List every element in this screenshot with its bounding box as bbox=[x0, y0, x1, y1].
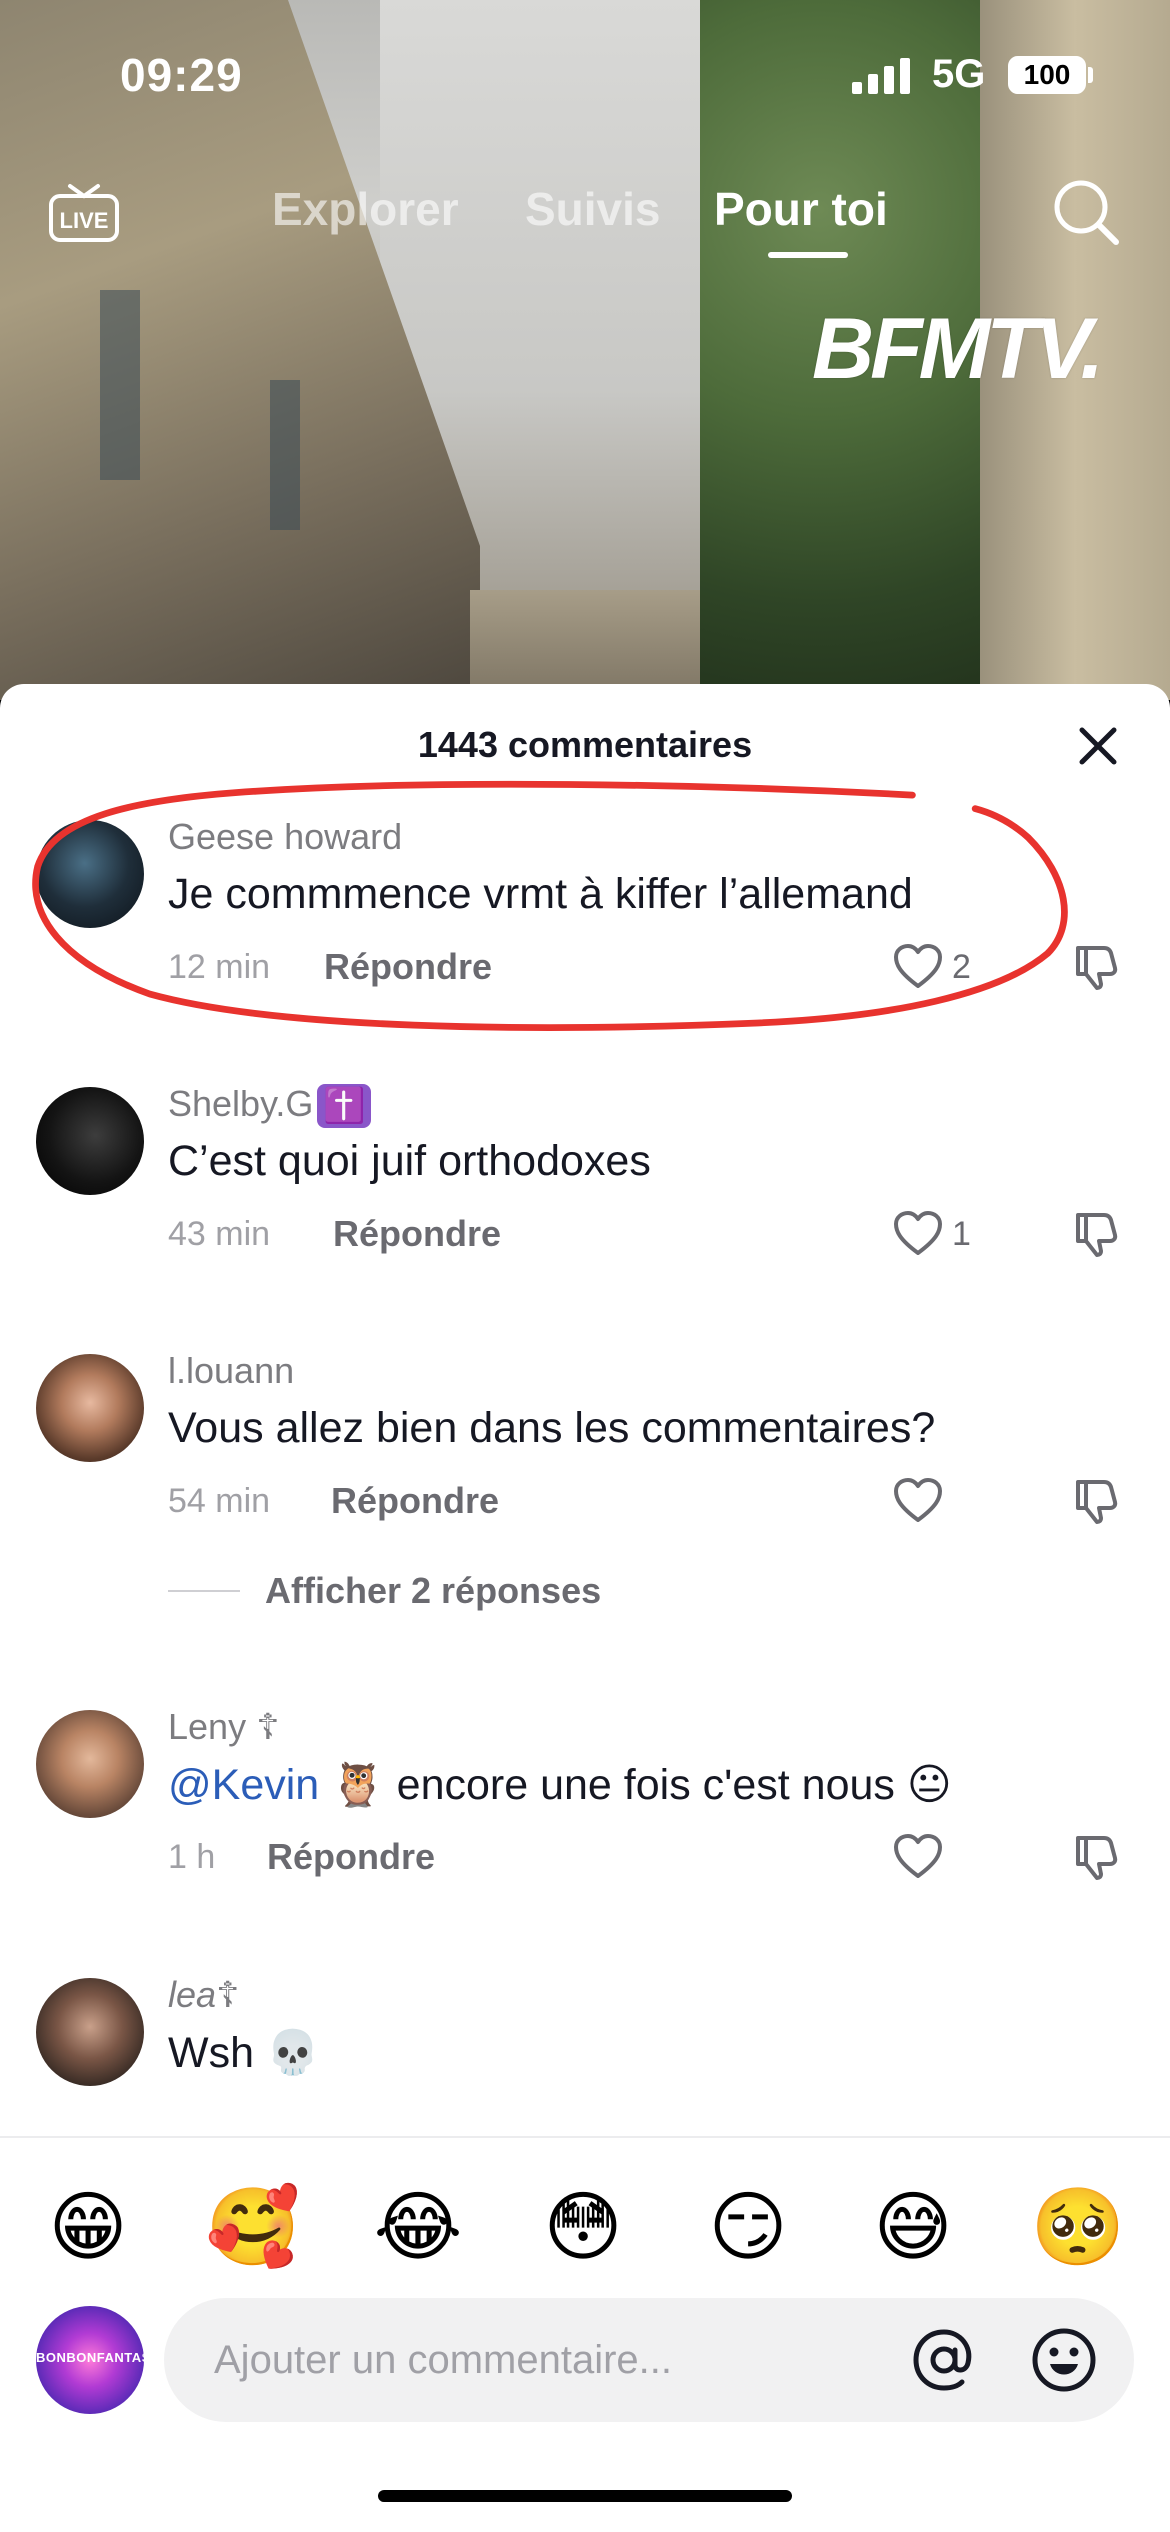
dislike-icon[interactable] bbox=[1072, 944, 1118, 990]
dislike-icon[interactable] bbox=[1072, 1834, 1118, 1880]
comment-text: Wsh 💀 bbox=[168, 2029, 320, 2077]
signal-icon bbox=[852, 58, 912, 94]
comment-composer-area: 😁 🥰 😂 😳 😏 😅 🥺 BONBONFANTASY bbox=[0, 2136, 1170, 2532]
reply-button[interactable]: Répondre bbox=[267, 1836, 435, 1878]
neutral-face-emoji: 😐 bbox=[906, 1761, 952, 1809]
comment-count: 1443 commentaires bbox=[417, 724, 753, 765]
live-icon[interactable]: LIVE bbox=[48, 182, 120, 244]
comment-text: C’est quoi juif orthodoxes bbox=[168, 1137, 651, 1185]
comment-text: @Kevin 🦉 encore une fois c'est nous 😐 bbox=[168, 1760, 952, 1810]
my-avatar[interactable]: BONBONFANTASY bbox=[36, 2306, 144, 2414]
dislike-icon[interactable] bbox=[1072, 1478, 1118, 1524]
comment-item: l.louann Vous allez bien dans les commen… bbox=[0, 1350, 1170, 1694]
like-count: 2 bbox=[952, 948, 971, 986]
tab-pour-toi[interactable]: Pour toi bbox=[714, 182, 888, 236]
mention-link[interactable]: @Kevin bbox=[168, 1761, 319, 1809]
emoji-picker-icon[interactable] bbox=[1030, 2326, 1098, 2394]
svg-text:LIVE: LIVE bbox=[60, 208, 109, 233]
tears-of-joy-emoji-button[interactable]: 😂 bbox=[368, 2178, 468, 2278]
replies-divider bbox=[168, 1590, 240, 1592]
comment-time: 54 min bbox=[168, 1482, 271, 1520]
avatar[interactable] bbox=[36, 1087, 144, 1195]
avatar[interactable] bbox=[36, 1978, 144, 2086]
flushed-emoji-button[interactable]: 😳 bbox=[533, 2178, 633, 2278]
show-replies-link[interactable]: Afficher 2 réponses bbox=[265, 1570, 601, 1612]
status-bar: 09:29 5G 100 bbox=[0, 0, 1170, 150]
home-indicator[interactable] bbox=[378, 2490, 792, 2502]
at-mention-icon[interactable] bbox=[910, 2326, 978, 2394]
pleading-emoji-button[interactable]: 🥺 bbox=[1028, 2178, 1128, 2278]
smiling-hearts-emoji-button[interactable]: 🥰 bbox=[203, 2178, 303, 2278]
like-count: 1 bbox=[952, 1215, 971, 1253]
username-label: Shelby.G bbox=[168, 1083, 314, 1124]
comment-text: Vous allez bien dans les commentaires? bbox=[168, 1404, 936, 1452]
channel-logo: BFMTV. bbox=[812, 301, 1104, 397]
smirk-emoji-button[interactable]: 😏 bbox=[698, 2178, 798, 2278]
comment-time: 1 h bbox=[168, 1838, 216, 1876]
heart-icon[interactable] bbox=[893, 1211, 943, 1257]
comment-text: Je commmence vrmt à kiffer l’allemand bbox=[168, 870, 913, 918]
comment-username[interactable]: Geese howard bbox=[168, 816, 402, 858]
avatar-text: BONBONFANTASY bbox=[36, 2350, 144, 2365]
dislike-icon[interactable] bbox=[1072, 1211, 1118, 1257]
comment-item: Leny ☦ @Kevin 🦉 encore une fois c'est no… bbox=[0, 1706, 1170, 1970]
reply-button[interactable]: Répondre bbox=[331, 1480, 499, 1522]
comment-body: encore une fois c'est nous bbox=[396, 1761, 895, 1809]
comments-header: 1443 commentaires bbox=[0, 684, 1170, 804]
comment-username[interactable]: Shelby.G ✝️ bbox=[168, 1083, 372, 1129]
comment-username[interactable]: Leny ☦ bbox=[168, 1706, 279, 1748]
comment-input-box[interactable] bbox=[164, 2298, 1134, 2422]
tab-suivis[interactable]: Suivis bbox=[525, 182, 661, 236]
grinning-emoji-button[interactable]: 😁 bbox=[38, 2178, 138, 2278]
tab-explorer[interactable]: Explorer bbox=[272, 182, 459, 236]
sweat-smile-emoji-button[interactable]: 😅 bbox=[863, 2178, 963, 2278]
comment-time: 12 min bbox=[168, 948, 271, 986]
comment-item: Geese howard Je commmence vrmt à kiffer … bbox=[0, 816, 1170, 1070]
network-type: 5G bbox=[932, 52, 986, 96]
quick-emoji-bar: 😁 🥰 😂 😳 😏 😅 🥺 bbox=[0, 2178, 1170, 2278]
comment-time: 43 min bbox=[168, 1215, 271, 1253]
comment-item: Shelby.G ✝️ C’est quoi juif orthodoxes 43… bbox=[0, 1083, 1170, 1337]
heart-icon[interactable] bbox=[893, 1834, 943, 1880]
comment-username[interactable]: l.louann bbox=[168, 1350, 294, 1392]
heart-icon[interactable] bbox=[893, 1478, 943, 1524]
cross-badge-icon: ✝️ bbox=[317, 1084, 372, 1129]
reply-button[interactable]: Répondre bbox=[324, 946, 492, 988]
owl-emoji: 🦉 bbox=[331, 1761, 385, 1809]
search-icon[interactable] bbox=[1050, 176, 1122, 248]
close-icon[interactable] bbox=[1076, 724, 1120, 768]
comment-input[interactable] bbox=[214, 2328, 834, 2392]
avatar[interactable] bbox=[36, 1354, 144, 1462]
battery-icon: 100 bbox=[1008, 56, 1086, 94]
reply-button[interactable]: Répondre bbox=[333, 1213, 501, 1255]
comment-username[interactable]: lea☦ bbox=[168, 1974, 239, 2016]
avatar[interactable] bbox=[36, 820, 144, 928]
avatar[interactable] bbox=[36, 1710, 144, 1818]
top-nav: LIVE Explorer Suivis Pour toi bbox=[0, 160, 1170, 270]
status-time: 09:29 bbox=[120, 49, 243, 101]
active-tab-indicator bbox=[768, 252, 848, 258]
heart-icon[interactable] bbox=[893, 944, 943, 990]
battery-tip bbox=[1088, 67, 1093, 83]
